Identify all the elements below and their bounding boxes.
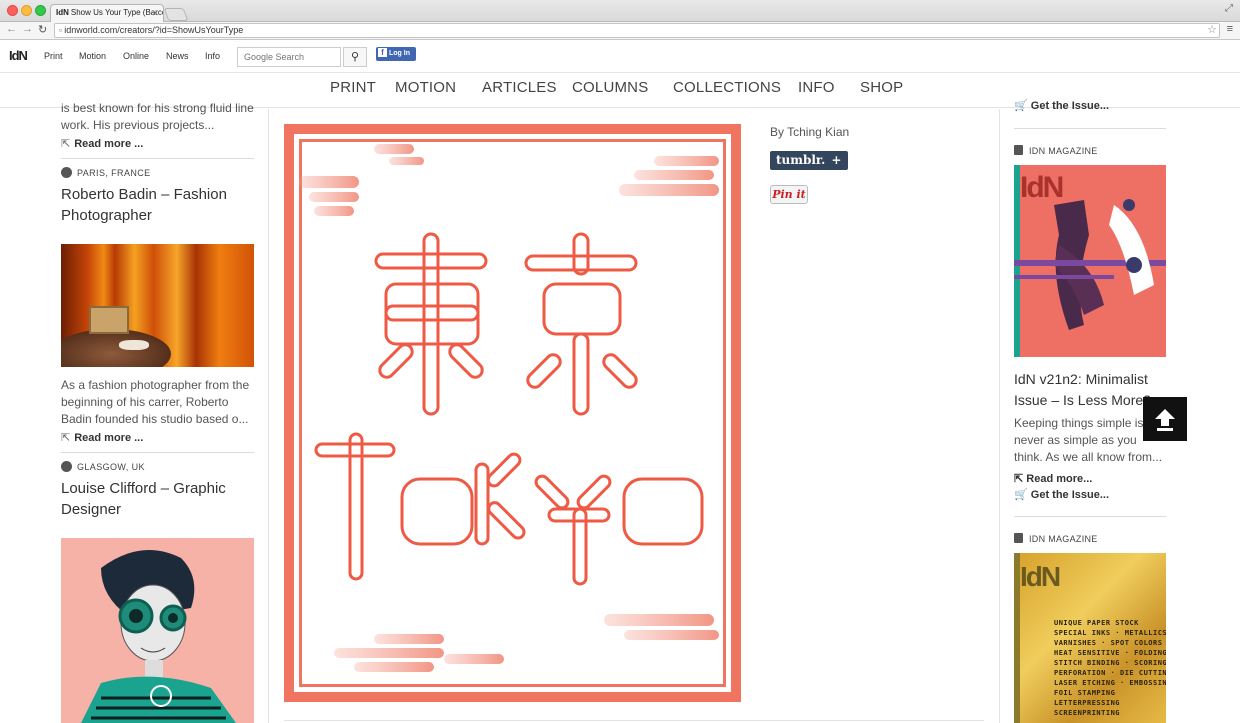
thumb-tray xyxy=(119,340,149,350)
roberto-badin-thumbnail[interactable] xyxy=(61,244,254,367)
get-issue-link[interactable]: 🛒 Get the Issue... xyxy=(1014,488,1109,501)
divider xyxy=(1014,516,1166,517)
magazine-cover-v21n2[interactable]: IdN xyxy=(1014,165,1166,357)
cover-line: SCREENPRINTING xyxy=(1054,709,1121,717)
creator-location: GLASGOW, UK xyxy=(61,461,254,472)
tab-title: Show Us Your Type (Barcel xyxy=(70,8,164,17)
external-link-icon: ⇱ xyxy=(61,432,71,444)
tumblr-label: tumblr. xyxy=(776,153,826,167)
pinterest-pin-button[interactable]: Pin it xyxy=(770,185,808,204)
left-sidebar-2: As a fashion photographer from the begin… xyxy=(61,377,254,520)
divider xyxy=(284,720,984,721)
facebook-login-button[interactable]: f Log In xyxy=(376,47,416,61)
nav-collections[interactable]: COLLECTIONS xyxy=(673,79,781,96)
nav-motion[interactable]: MOTION xyxy=(395,79,456,96)
nav-columns[interactable]: COLUMNS xyxy=(572,79,648,96)
book-icon xyxy=(1014,533,1023,543)
site-logo[interactable]: IdN xyxy=(9,48,28,63)
left-sidebar: is best known for his strong fluid line … xyxy=(61,100,254,226)
globe-icon xyxy=(61,461,72,472)
nav-print[interactable]: PRINT xyxy=(330,79,376,96)
tokyo-poster-image[interactable] xyxy=(284,124,741,702)
bookmark-star-icon[interactable]: ☆ xyxy=(1207,23,1217,36)
magazine-cover-gold[interactable]: IdN UNIQUE PAPER STOCK SPECIAL INKS · ME… xyxy=(1014,553,1166,723)
browser-toolbar: ← → ↻ ▫ idnworld.com/creators/?id=ShowUsY… xyxy=(0,22,1240,40)
browser-menu-icon[interactable]: ≡ xyxy=(1227,23,1233,35)
cover-logo: IdN xyxy=(1020,561,1061,592)
divider xyxy=(1014,128,1166,129)
read-more-link[interactable]: ⇱ Read more ... xyxy=(61,431,254,444)
fullscreen-icon[interactable]: ⤢ xyxy=(1225,3,1233,14)
cover-line: LASER ETCHING · EMBOSSING xyxy=(1054,679,1166,687)
left-column-divider xyxy=(268,109,269,723)
page-icon: ▫ xyxy=(59,25,63,35)
plus-icon: + xyxy=(831,153,842,167)
toplink-news[interactable]: News xyxy=(166,51,189,61)
globe-icon xyxy=(61,167,72,178)
magazine-label: IDN MAGAZINE xyxy=(1014,533,1098,544)
nav-info[interactable]: INFO xyxy=(798,79,835,96)
read-more-link[interactable]: ⇱ Read more... xyxy=(1014,472,1092,485)
google-search-input[interactable] xyxy=(237,47,341,67)
search-button[interactable]: ⚲ xyxy=(343,47,367,67)
toplink-online[interactable]: Online xyxy=(123,51,149,61)
window-maximize-button[interactable] xyxy=(35,5,46,16)
creator-title-link[interactable]: Louise Clifford – Graphic Designer xyxy=(61,478,254,520)
creator-location: PARIS, FRANCE xyxy=(61,167,254,178)
cover-line: FOIL STAMPING xyxy=(1054,689,1116,697)
cover-line: STITCH BINDING · SCORING xyxy=(1054,659,1166,667)
illustration-portrait xyxy=(81,550,236,723)
browser-titlebar: IdN Show Us Your Type (Barcel ✕ ⤢ xyxy=(0,0,1240,22)
cover-line: PERFORATION · DIE CUTTING xyxy=(1054,669,1166,677)
upload-arrow-icon xyxy=(1155,409,1175,431)
fb-login-label: Log In xyxy=(389,50,410,57)
right-column-divider xyxy=(999,109,1000,723)
search-icon: ⚲ xyxy=(350,51,360,63)
external-link-icon: ⇱ xyxy=(1014,473,1027,485)
back-to-top-button[interactable] xyxy=(1143,397,1187,441)
reload-icon[interactable]: ↻ xyxy=(38,23,47,36)
external-link-icon: ⇱ xyxy=(61,138,71,150)
back-arrow-icon[interactable]: ← xyxy=(6,23,17,35)
nav-articles[interactable]: ARTICLES xyxy=(482,79,557,96)
cover-line: SPECIAL INKS · METALLICS xyxy=(1054,629,1166,637)
window-minimize-button[interactable] xyxy=(21,5,32,16)
toplink-info[interactable]: Info xyxy=(205,51,220,61)
browser-tab[interactable]: IdN Show Us Your Type (Barcel ✕ xyxy=(50,4,164,22)
tumblr-share-button[interactable]: tumblr. + xyxy=(770,151,848,170)
louise-clifford-thumbnail[interactable] xyxy=(61,538,254,723)
cart-icon: 🛒 xyxy=(1014,489,1031,501)
cover-line: LETTERPRESSING xyxy=(1054,699,1121,707)
cover-line: UNIQUE PAPER STOCK xyxy=(1054,619,1139,627)
tab-favicon: IdN xyxy=(56,8,69,17)
cover-line: VARNISHES · SPOT COLORS xyxy=(1054,639,1163,647)
cover-line: HEAT SENSITIVE · FOLDING xyxy=(1054,649,1166,657)
toplink-motion[interactable]: Motion xyxy=(79,51,106,61)
facebook-icon: f xyxy=(378,48,387,57)
thumb-table xyxy=(61,329,171,367)
magazine-label: IDN MAGAZINE xyxy=(1014,145,1098,156)
divider xyxy=(61,452,254,453)
window-close-button[interactable] xyxy=(7,5,18,16)
site-top-bar: IdN Print Motion Online News Info ⚲ fLog… xyxy=(0,41,1240,73)
divider xyxy=(61,158,254,159)
read-more-link[interactable]: ⇱ Read more ... xyxy=(61,137,254,150)
book-icon xyxy=(1014,145,1023,155)
tab-close-icon[interactable]: ✕ xyxy=(151,5,159,21)
url-text: idnworld.com/creators/?id=ShowUsYourType xyxy=(64,25,244,35)
thumb-box xyxy=(89,306,129,334)
author-byline: By Tching Kian xyxy=(770,125,850,139)
new-tab-button[interactable] xyxy=(163,8,189,21)
creator-excerpt: As a fashion photographer from the begin… xyxy=(61,378,250,426)
get-issue-link[interactable]: 🛒 Get the Issue... xyxy=(1014,99,1109,112)
cover-illustration xyxy=(1014,199,1166,330)
cart-icon: 🛒 xyxy=(1014,100,1031,112)
forward-arrow-icon[interactable]: → xyxy=(22,23,33,35)
creator-excerpt: is best known for his strong fluid line … xyxy=(61,101,254,132)
poster-artwork xyxy=(299,144,719,672)
nav-shop[interactable]: SHOP xyxy=(860,79,903,96)
address-bar[interactable]: ▫ idnworld.com/creators/?id=ShowUsYourTyp… xyxy=(54,23,1220,38)
creator-title-link[interactable]: Roberto Badin – Fashion Photographer xyxy=(61,184,254,226)
toplink-print[interactable]: Print xyxy=(44,51,63,61)
